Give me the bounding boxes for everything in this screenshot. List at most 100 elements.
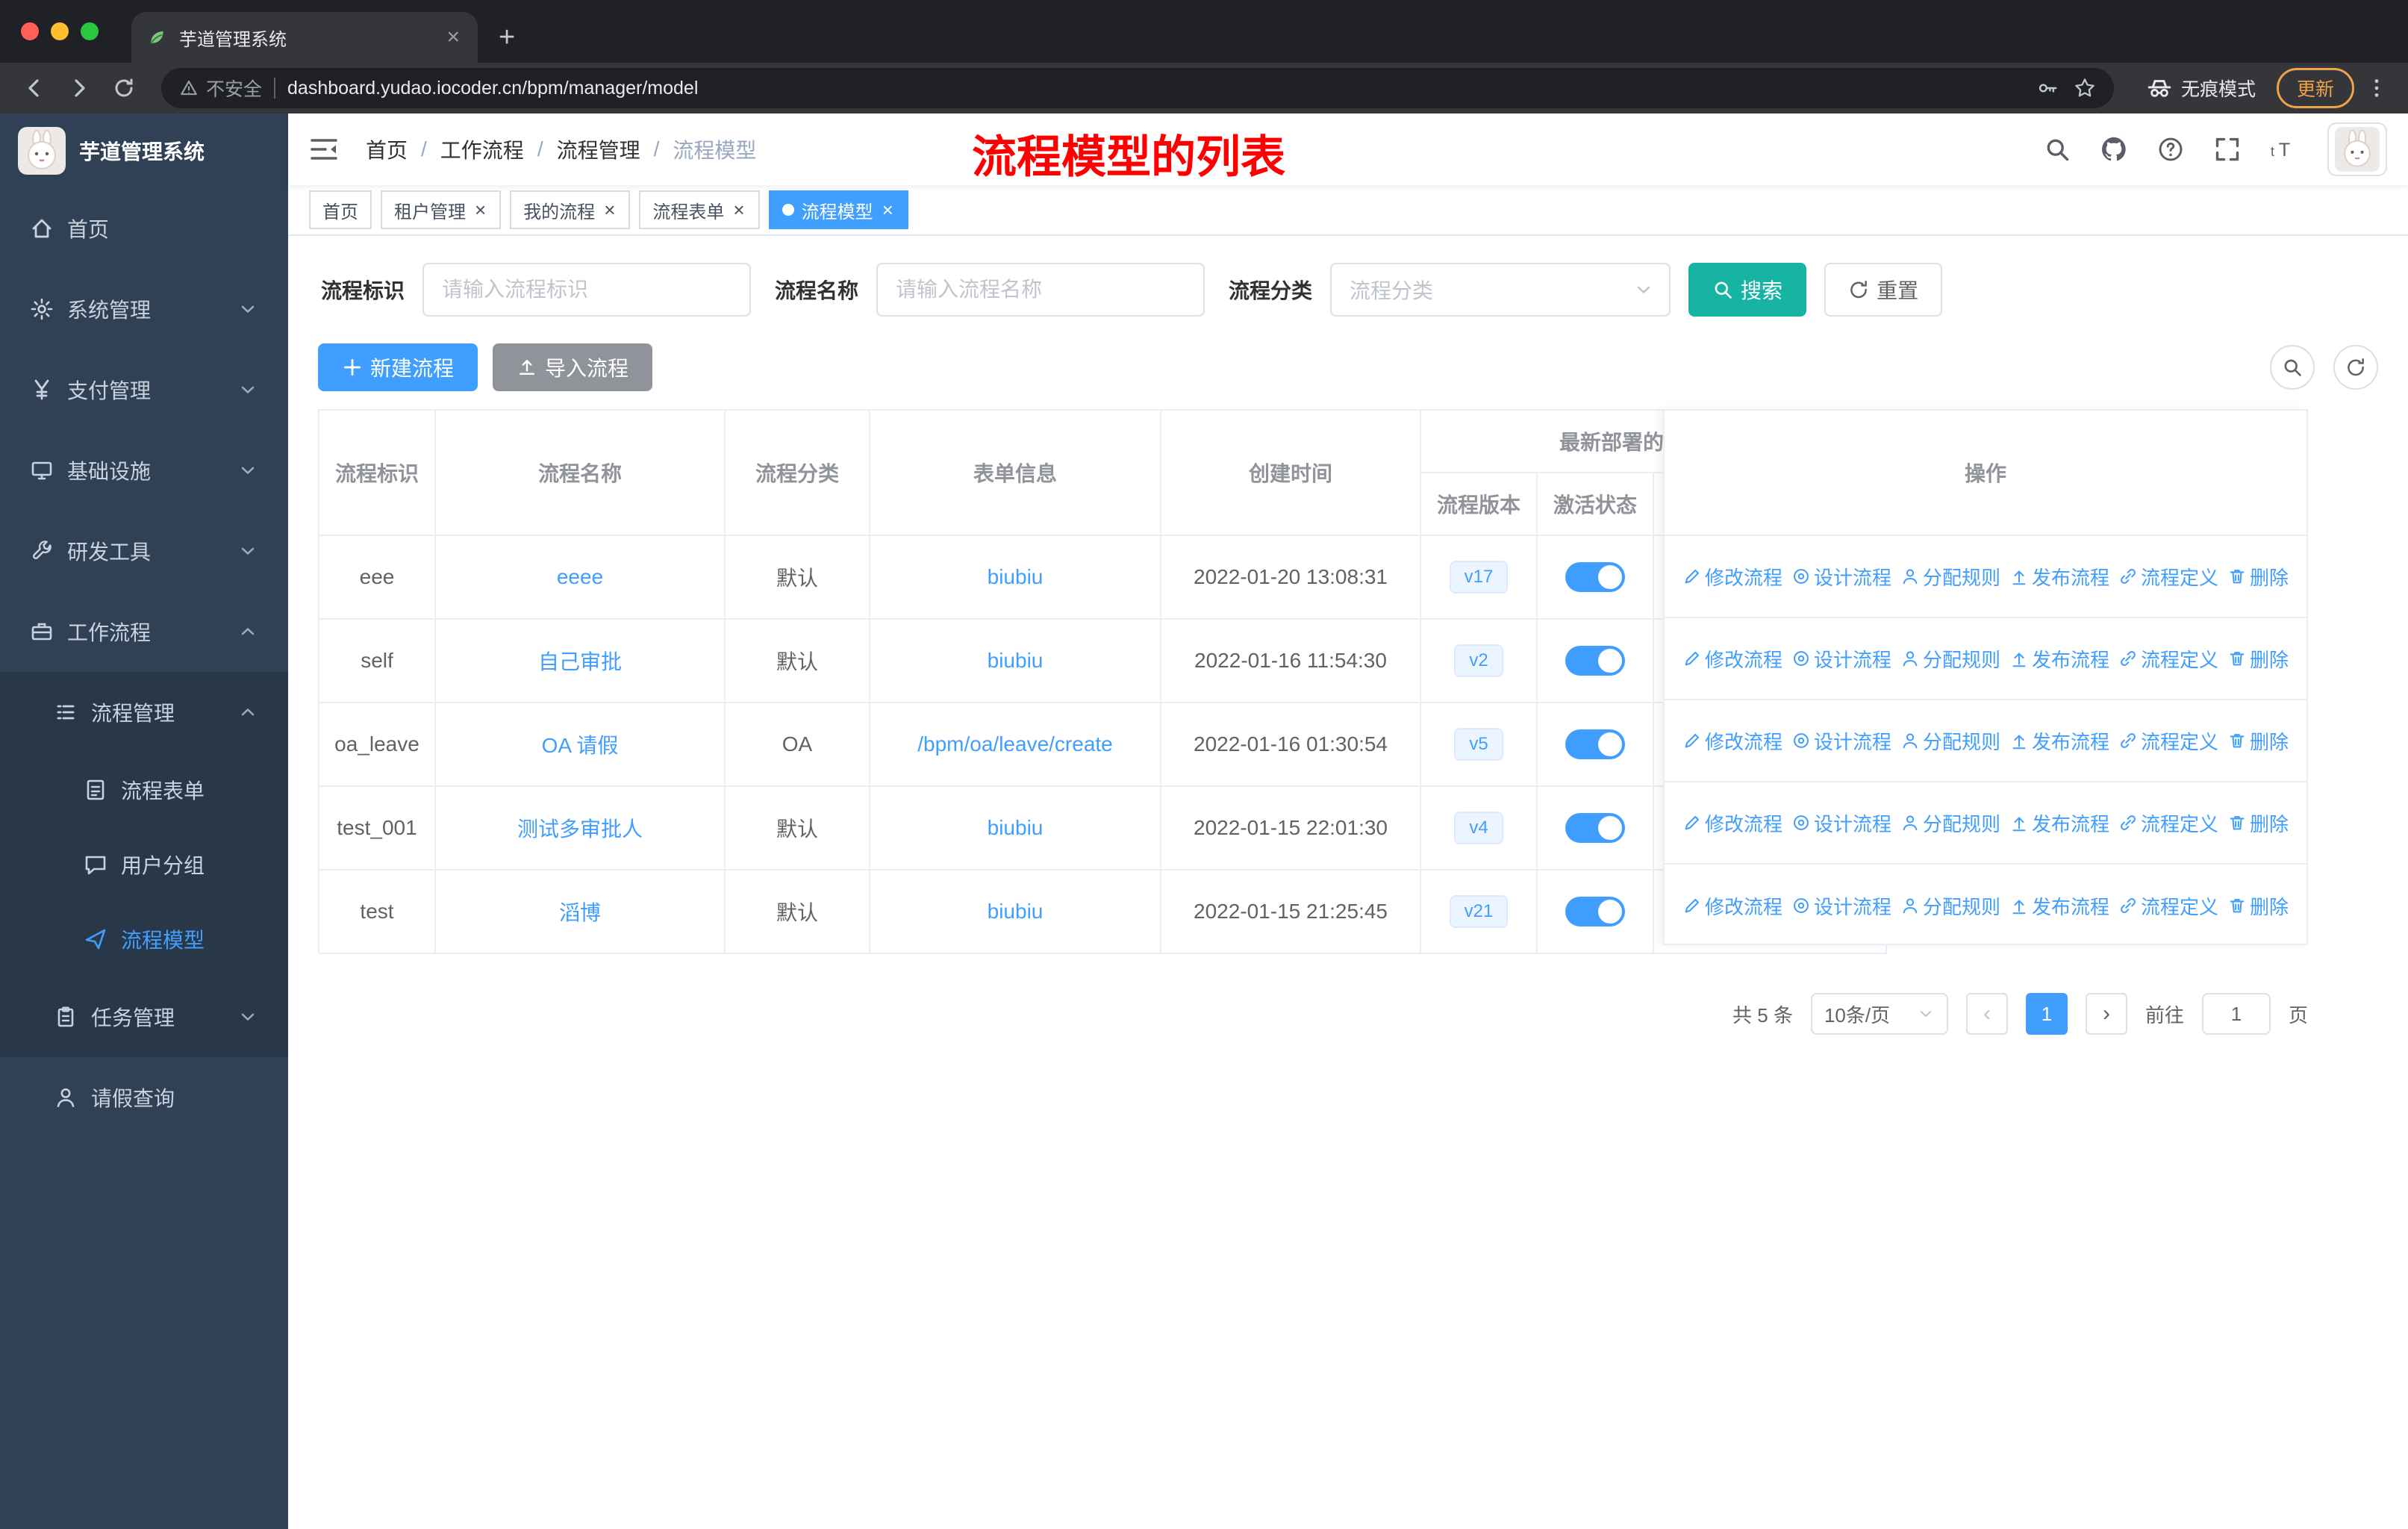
- form-info-link[interactable]: biubiu: [988, 900, 1044, 923]
- user-avatar[interactable]: [2327, 122, 2387, 176]
- address-bar[interactable]: 不安全 dashboard.yudao.iocoder.cn/bpm/manag…: [161, 68, 2114, 108]
- action-design-process-link[interactable]: 设计流程: [1791, 563, 1891, 591]
- action-publish-process-link[interactable]: 发布流程: [2009, 727, 2109, 755]
- form-info-link[interactable]: biubiu: [988, 816, 1044, 839]
- sidebar-item-process-model[interactable]: 流程模型: [0, 902, 288, 977]
- action-process-definition-link[interactable]: 流程定义: [2118, 727, 2218, 755]
- sidebar-item-system[interactable]: 系统管理: [0, 269, 288, 349]
- action-process-definition-link[interactable]: 流程定义: [2118, 809, 2218, 837]
- breadcrumb-home[interactable]: 首页: [366, 134, 408, 164]
- forward-icon[interactable]: [60, 69, 99, 108]
- action-delete-link[interactable]: 删除: [2227, 727, 2289, 755]
- refresh-table-button[interactable]: [2333, 345, 2378, 390]
- browser-menu-icon[interactable]: [2360, 77, 2393, 99]
- action-publish-process-link[interactable]: 发布流程: [2009, 645, 2109, 673]
- close-window-button[interactable]: [21, 22, 39, 40]
- action-assign-rule-link[interactable]: 分配规则: [1900, 645, 2000, 673]
- action-modify-process-link[interactable]: 修改流程: [1682, 809, 1782, 837]
- action-process-definition-link[interactable]: 流程定义: [2118, 892, 2218, 920]
- action-process-definition-link[interactable]: 流程定义: [2118, 563, 2218, 591]
- hamburger-icon[interactable]: [309, 133, 342, 166]
- browser-update-button[interactable]: 更新: [2276, 68, 2354, 108]
- prev-page-button[interactable]: ‹: [1965, 993, 2008, 1035]
- sidebar-item-process-form[interactable]: 流程表单: [0, 753, 288, 827]
- breadcrumb-process-management[interactable]: 流程管理: [557, 134, 640, 164]
- action-publish-process-link[interactable]: 发布流程: [2009, 809, 2109, 837]
- process-id-input[interactable]: [422, 263, 752, 317]
- process-name-link[interactable]: 自己审批: [538, 650, 622, 673]
- github-icon[interactable]: [2100, 136, 2127, 163]
- status-toggle[interactable]: [1565, 646, 1625, 676]
- tag-process-model[interactable]: 流程模型 ×: [768, 190, 908, 229]
- tag-close-icon[interactable]: ×: [602, 200, 617, 219]
- action-design-process-link[interactable]: 设计流程: [1791, 892, 1891, 920]
- search-button[interactable]: 搜索: [1688, 263, 1807, 317]
- sidebar-item-payment[interactable]: 支付管理: [0, 349, 288, 430]
- action-assign-rule-link[interactable]: 分配规则: [1900, 892, 2000, 920]
- page-size-select[interactable]: 10条/页: [1810, 993, 1948, 1035]
- action-delete-link[interactable]: 删除: [2227, 563, 2289, 591]
- status-toggle[interactable]: [1565, 729, 1625, 759]
- reload-icon[interactable]: [105, 69, 143, 108]
- tag-close-icon[interactable]: ×: [732, 200, 746, 219]
- tag-tenant[interactable]: 租户管理 ×: [381, 190, 502, 229]
- sidebar-item-home[interactable]: 首页: [0, 188, 288, 269]
- import-process-button[interactable]: 导入流程: [493, 343, 653, 391]
- form-info-link[interactable]: biubiu: [988, 649, 1044, 672]
- status-toggle[interactable]: [1565, 813, 1625, 843]
- tag-close-icon[interactable]: ×: [881, 200, 895, 219]
- action-modify-process-link[interactable]: 修改流程: [1682, 645, 1782, 673]
- process-name-input[interactable]: [876, 263, 1205, 317]
- process-category-select[interactable]: 流程分类: [1330, 263, 1671, 317]
- action-process-definition-link[interactable]: 流程定义: [2118, 645, 2218, 673]
- minimize-window-button[interactable]: [51, 22, 69, 40]
- process-name-link[interactable]: 滔博: [559, 901, 601, 924]
- goto-page-input[interactable]: [2201, 993, 2271, 1035]
- form-info-link[interactable]: /bpm/oa/leave/create: [917, 732, 1113, 756]
- tag-my-process[interactable]: 我的流程 ×: [510, 190, 631, 229]
- action-design-process-link[interactable]: 设计流程: [1791, 645, 1891, 673]
- reset-button[interactable]: 重置: [1824, 263, 1943, 317]
- new-tab-button[interactable]: +: [499, 22, 515, 54]
- action-assign-rule-link[interactable]: 分配规则: [1900, 809, 2000, 837]
- tag-process-form[interactable]: 流程表单 ×: [639, 190, 760, 229]
- create-process-button[interactable]: 新建流程: [318, 343, 478, 391]
- page-1-button[interactable]: 1: [2025, 993, 2068, 1035]
- tab-close-icon[interactable]: ×: [443, 25, 463, 50]
- header-search-icon[interactable]: [2044, 136, 2071, 163]
- bookmark-star-icon[interactable]: [2074, 77, 2096, 99]
- tag-close-icon[interactable]: ×: [473, 200, 487, 219]
- sidebar-item-process-management[interactable]: 流程管理: [0, 672, 288, 753]
- font-size-icon[interactable]: tT: [2271, 136, 2298, 163]
- status-toggle[interactable]: [1565, 562, 1625, 592]
- toggle-search-button[interactable]: [2270, 345, 2315, 390]
- breadcrumb-workflow[interactable]: 工作流程: [440, 134, 524, 164]
- action-modify-process-link[interactable]: 修改流程: [1682, 727, 1782, 755]
- action-assign-rule-link[interactable]: 分配规则: [1900, 563, 2000, 591]
- action-delete-link[interactable]: 删除: [2227, 892, 2289, 920]
- sidebar-item-user-group[interactable]: 用户分组: [0, 827, 288, 902]
- action-delete-link[interactable]: 删除: [2227, 809, 2289, 837]
- security-status[interactable]: 不安全: [179, 75, 262, 102]
- action-publish-process-link[interactable]: 发布流程: [2009, 892, 2109, 920]
- next-page-button[interactable]: ›: [2085, 993, 2127, 1035]
- help-icon[interactable]: [2157, 136, 2184, 163]
- back-icon[interactable]: [15, 69, 54, 108]
- browser-tab[interactable]: 芋道管理系统 ×: [131, 12, 478, 63]
- tag-home[interactable]: 首页: [309, 190, 372, 229]
- sidebar-item-infrastructure[interactable]: 基础设施: [0, 430, 288, 511]
- action-modify-process-link[interactable]: 修改流程: [1682, 563, 1782, 591]
- action-design-process-link[interactable]: 设计流程: [1791, 727, 1891, 755]
- action-assign-rule-link[interactable]: 分配规则: [1900, 727, 2000, 755]
- process-name-link[interactable]: OA 请假: [542, 734, 619, 757]
- action-publish-process-link[interactable]: 发布流程: [2009, 563, 2109, 591]
- sidebar-item-task-management[interactable]: 任务管理: [0, 977, 288, 1057]
- form-info-link[interactable]: biubiu: [988, 565, 1044, 588]
- process-name-link[interactable]: 测试多审批人: [517, 818, 643, 841]
- sidebar-item-devtools[interactable]: 研发工具: [0, 511, 288, 591]
- sidebar-logo[interactable]: 芋道管理系统: [0, 113, 288, 188]
- process-name-link[interactable]: eeee: [557, 565, 603, 588]
- sidebar-item-leave-query[interactable]: 请假查询: [0, 1057, 288, 1138]
- fullscreen-icon[interactable]: [2214, 136, 2241, 163]
- action-modify-process-link[interactable]: 修改流程: [1682, 892, 1782, 920]
